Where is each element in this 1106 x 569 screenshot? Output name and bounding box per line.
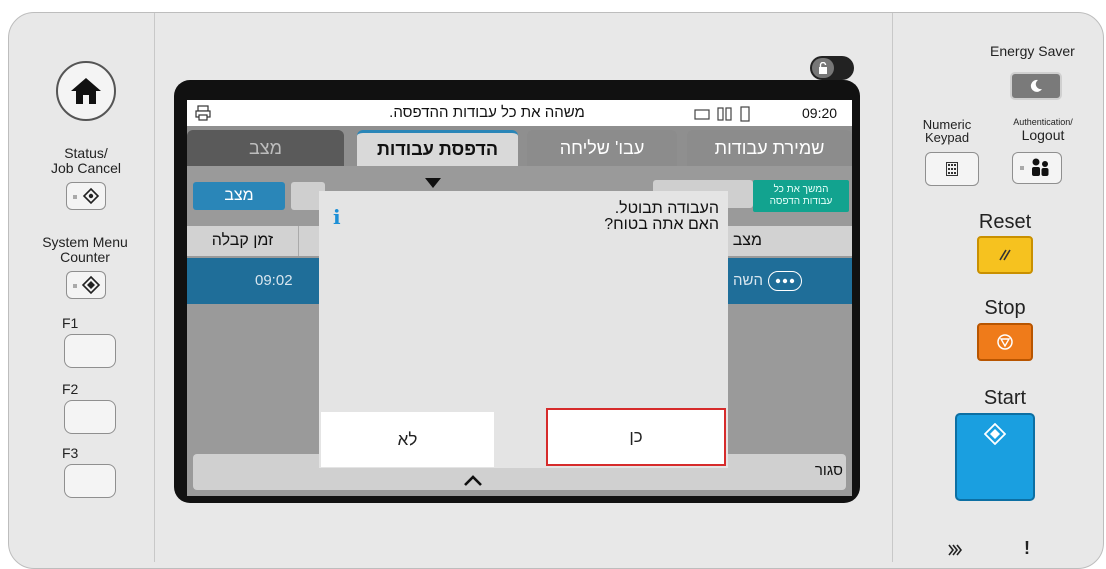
attention-indicator-icon: ! <box>1024 538 1030 558</box>
lock-toggle[interactable] <box>810 56 854 80</box>
start-button[interactable] <box>955 413 1035 501</box>
system-menu-label: System Menu Counter <box>42 234 128 265</box>
numeric-keypad-button[interactable] <box>925 152 979 186</box>
status-button[interactable]: מצב <box>193 182 285 210</box>
chevron-up-icon[interactable] <box>463 474 483 486</box>
energy-saver-label: Energy Saver <box>990 43 1075 59</box>
right-divider <box>892 13 893 562</box>
f3-button[interactable] <box>64 464 116 498</box>
stop-button[interactable] <box>977 323 1033 361</box>
row-status: השה <box>733 272 763 289</box>
no-button[interactable]: לא <box>321 412 494 467</box>
diamond-icon <box>73 187 100 205</box>
start-label: Start <box>983 387 1027 409</box>
authentication-logout-button[interactable] <box>1012 152 1062 184</box>
yes-button[interactable]: כן <box>546 408 726 466</box>
processing-indicator-icon <box>948 544 962 556</box>
row-received-time: 09:02 <box>255 272 293 289</box>
reset-label: Reset <box>978 211 1032 233</box>
f1-button[interactable] <box>64 334 116 368</box>
stop-label: Stop <box>984 297 1026 319</box>
lock-icon <box>819 62 827 74</box>
status-job-cancel-button[interactable] <box>66 182 106 210</box>
home-button[interactable] <box>56 61 116 121</box>
screen-clock: 09:20 <box>802 105 838 121</box>
dialog-message: העבודה תבוטל. האם אתה בטוח? <box>604 200 719 233</box>
dropdown-arrow-icon <box>425 178 441 188</box>
f2-label: F2 <box>62 381 79 397</box>
f2-button[interactable] <box>64 400 116 434</box>
status-indicators-icon <box>694 106 750 122</box>
stop-icon <box>997 334 1013 350</box>
users-icon <box>1020 158 1049 176</box>
f3-label: F3 <box>62 445 79 461</box>
home-icon <box>71 78 101 104</box>
f1-label: F1 <box>62 315 79 331</box>
reset-button[interactable] <box>977 236 1033 274</box>
tab-send-jobs[interactable]: עבו' שליחה <box>527 130 677 166</box>
col-received-time[interactable]: זמן קבלה <box>187 226 299 256</box>
close-button[interactable]: סגור <box>767 462 843 479</box>
start-icon <box>984 423 1006 445</box>
system-menu-icon <box>73 275 101 295</box>
numeric-keypad-label: Numeric Keypad <box>922 117 972 145</box>
reset-icon <box>999 249 1011 261</box>
touch-screen: משהה את כל עבודות ההדפסה. 09:20 מצב הדפס… <box>187 100 852 496</box>
info-icon: i <box>333 205 341 229</box>
system-menu-button[interactable] <box>66 271 106 299</box>
more-options-icon[interactable] <box>768 271 802 291</box>
confirm-dialog: i העבודה תבוטל. האם אתה בטוח? לא כן <box>319 191 728 468</box>
keypad-icon <box>946 162 958 176</box>
printer-icon <box>195 105 211 121</box>
screen-title: משהה את כל עבודות ההדפסה. <box>389 104 585 121</box>
left-divider <box>154 13 155 562</box>
tab-store-jobs[interactable]: שמירת עבודות <box>687 130 852 166</box>
tab-print-jobs[interactable]: הדפסת עבודות <box>357 130 518 166</box>
authentication-logout-label: Authentication/ Logout <box>1013 117 1073 143</box>
energy-saver-button[interactable] <box>1010 72 1062 100</box>
resume-all-print-jobs-button[interactable]: המשך את כל עבודות הדפסה <box>753 180 849 212</box>
moon-icon <box>1030 79 1042 92</box>
col-status[interactable]: מצב <box>727 226 852 256</box>
status-job-cancel-label: Status/ Job Cancel <box>50 145 122 176</box>
tab-status[interactable]: מצב <box>187 130 344 166</box>
